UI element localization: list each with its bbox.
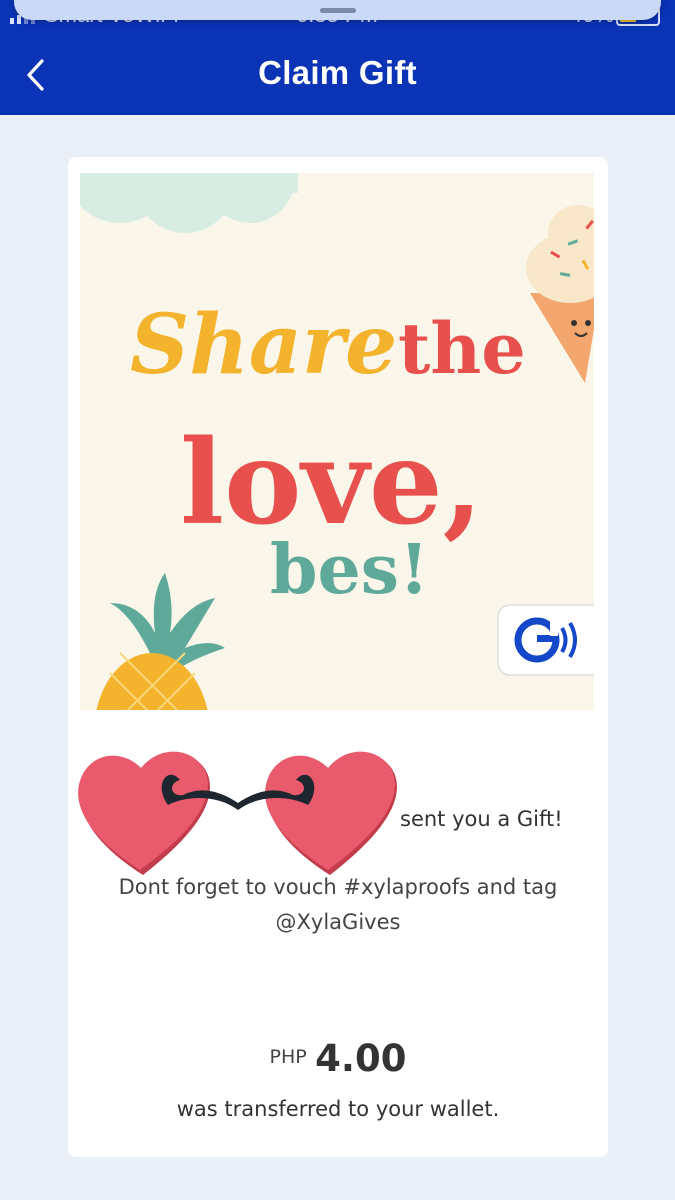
pineapple-icon xyxy=(96,573,225,710)
page-title: Claim Gift xyxy=(258,54,417,91)
gcash-logo-icon xyxy=(497,604,594,676)
notification-pull-tab[interactable] xyxy=(14,0,661,20)
gift-banner-image: Share the love, bes! xyxy=(80,173,594,710)
amount-value: 4.00 xyxy=(315,1037,407,1080)
vouch-note: Dont forget to vouch #xylaproofs and tag… xyxy=(88,870,588,940)
banner-share-text: Share xyxy=(130,297,397,393)
ice-cream-icon xyxy=(526,205,594,383)
drag-handle[interactable] xyxy=(320,8,356,13)
cloud-icon xyxy=(80,173,298,233)
censor-sticker-icon xyxy=(78,751,397,875)
sender-row: sent you a Gift! xyxy=(78,807,598,843)
vouch-note-line2: @XylaGives xyxy=(275,910,401,934)
vouch-note-line1: Dont forget to vouch #xylaproofs and tag xyxy=(118,875,558,899)
banner-the-text: the xyxy=(398,307,526,390)
transfer-caption: was transferred to your wallet. xyxy=(176,1097,500,1121)
top-app-bar: Smart VoWiFi 6:35 PM 40% Claim Gift xyxy=(0,0,675,115)
sent-gift-text: sent you a Gift! xyxy=(400,807,563,831)
currency-label: PHP xyxy=(269,1046,307,1068)
transfer-amount: PHP 4.00 xyxy=(68,1037,608,1080)
gift-card: Share the love, bes! sent you a Gift! Do… xyxy=(68,157,608,1157)
banner-bes-text: bes! xyxy=(270,530,429,610)
